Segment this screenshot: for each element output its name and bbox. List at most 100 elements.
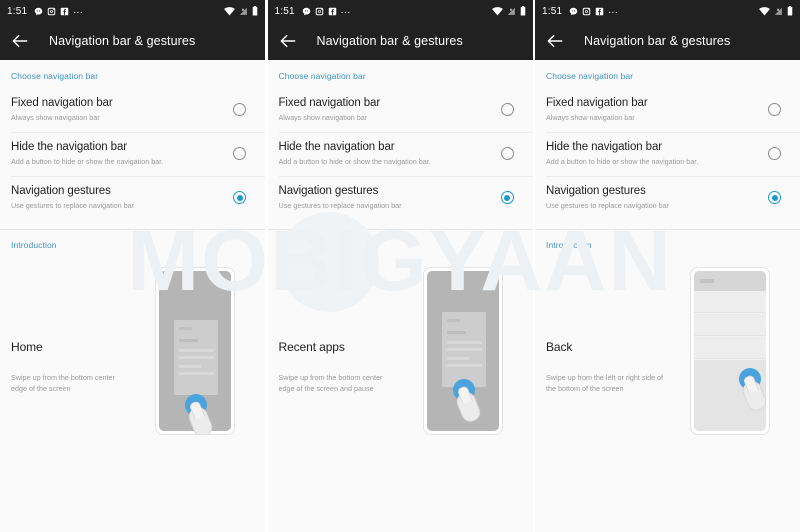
option-text: Fixed navigation bar Always show navigat… <box>11 96 233 123</box>
phone-frame <box>155 267 235 435</box>
option-subtitle: Use gestures to replace navigation bar <box>11 201 135 210</box>
option-text: Navigation gestures Use gestures to repl… <box>279 184 501 211</box>
content-line <box>179 327 192 330</box>
status-bar-time: 1:51 <box>7 5 28 17</box>
list-header <box>694 271 766 291</box>
introduction-title: Recent apps <box>278 340 345 354</box>
instagram-icon <box>583 7 591 15</box>
panel-home: 1:51 ... Navigation bar & gestures Choos… <box>0 0 265 532</box>
instagram-icon <box>48 7 56 15</box>
facebook-icon <box>328 7 337 15</box>
back-arrow-icon[interactable] <box>10 31 30 51</box>
content-line <box>446 319 460 322</box>
option-fixed-navigation-bar[interactable]: Fixed navigation bar Always show navigat… <box>0 88 265 132</box>
phone-content-card <box>441 312 486 387</box>
section-label-introduction: Introduction <box>278 240 325 250</box>
section-label-introduction: Introduction <box>11 240 57 250</box>
option-navigation-gestures[interactable]: Navigation gestures Use gestures to repl… <box>535 176 800 220</box>
option-fixed-navigation-bar[interactable]: Fixed navigation bar Always show navigat… <box>535 88 800 132</box>
status-bar: 1:51 ... <box>0 0 265 22</box>
status-bar-system-icons <box>224 6 258 16</box>
cellular-no-signal-icon <box>774 7 782 15</box>
radio-navigation-gestures[interactable] <box>233 191 246 204</box>
option-title: Fixed navigation bar <box>278 97 381 109</box>
wifi-icon <box>759 6 770 16</box>
option-title: Hide the navigation bar <box>546 141 662 153</box>
page-title: Navigation bar & gestures <box>584 34 731 48</box>
introduction-body: Recent apps Swipe up from the bottom cen… <box>268 250 533 480</box>
battery-icon <box>252 6 258 16</box>
content-line <box>446 331 466 334</box>
introduction-description: Swipe up from the bottom center edge of … <box>278 373 383 393</box>
radio-hide-the-navigation-bar[interactable] <box>500 147 514 160</box>
back-arrow-icon[interactable] <box>545 31 565 51</box>
status-bar: 1:51 ... <box>267 0 533 22</box>
introduction-copy: Recent apps Swipe up from the bottom cen… <box>279 250 414 480</box>
option-hide-the-navigation-bar[interactable]: Hide the navigation bar Add a button to … <box>0 132 265 176</box>
option-subtitle: Always show navigation bar <box>546 113 635 122</box>
content-line <box>446 348 482 351</box>
radio-hide-the-navigation-bar[interactable] <box>233 147 246 160</box>
option-text: Fixed navigation bar Always show navigat… <box>279 96 501 123</box>
option-title: Hide the navigation bar <box>11 141 127 153</box>
section-label-choose-navigation-bar: Choose navigation bar <box>11 71 99 81</box>
list-row <box>694 337 766 359</box>
option-navigation-gestures[interactable]: Navigation gestures Use gestures to repl… <box>0 176 265 220</box>
settings-content: Choose navigation bar Fixed navigation b… <box>0 60 265 532</box>
option-hide-the-navigation-bar[interactable]: Hide the navigation bar Add a button to … <box>268 132 533 176</box>
app-bar: Navigation bar & gestures <box>0 22 265 60</box>
screenshot-strip: MOBIGYAAN 1:51 ... Navigation bar & gest… <box>0 0 800 532</box>
app-bar: Navigation bar & gestures <box>267 22 533 60</box>
content-line <box>179 365 201 368</box>
option-subtitle: Always show navigation bar <box>278 113 368 122</box>
option-subtitle: Use gestures to replace navigation bar <box>278 201 402 210</box>
content-line <box>446 341 482 344</box>
radio-navigation-gestures[interactable] <box>768 191 781 204</box>
list-row <box>694 291 766 313</box>
introduction-copy: Back Swipe up from the left or right sid… <box>546 250 681 480</box>
radio-navigation-gestures[interactable] <box>500 191 514 204</box>
gesture-illustration-home <box>155 267 235 435</box>
content-line <box>179 349 214 352</box>
option-text: Hide the navigation bar Add a button to … <box>279 140 501 167</box>
status-bar-notification-icons: ... <box>569 6 618 16</box>
page-title: Navigation bar & gestures <box>49 34 196 48</box>
option-text: Hide the navigation bar Add a button to … <box>546 140 768 167</box>
wifi-icon <box>491 6 503 16</box>
content-line <box>179 372 214 375</box>
list-row <box>694 314 766 336</box>
option-subtitle: Use gestures to replace navigation bar <box>546 201 670 210</box>
back-arrow-icon[interactable] <box>278 31 298 51</box>
cellular-no-signal-icon <box>507 7 515 15</box>
wifi-icon <box>224 6 235 16</box>
gesture-illustration-recent-apps <box>422 267 503 435</box>
option-text: Navigation gestures Use gestures to repl… <box>11 184 233 211</box>
radio-fixed-navigation-bar[interactable] <box>233 103 246 116</box>
option-title: Navigation gestures <box>278 185 379 197</box>
option-subtitle: Add a button to hide or show the navigat… <box>11 157 164 166</box>
panel-recent-apps: 1:51 ... Navigation bar & gestures Choos… <box>267 0 533 532</box>
section-label-introduction: Introduction <box>546 240 592 250</box>
option-fixed-navigation-bar[interactable]: Fixed navigation bar Always show navigat… <box>268 88 533 132</box>
radio-hide-the-navigation-bar[interactable] <box>768 147 781 160</box>
facebook-icon <box>61 7 69 15</box>
option-subtitle: Add a button to hide or show the navigat… <box>546 157 699 166</box>
introduction-section: Introduction Recent apps Swipe up from t… <box>268 230 533 532</box>
section-label-choose-navigation-bar: Choose navigation bar <box>278 71 366 81</box>
battery-icon <box>520 6 525 16</box>
settings-content: Choose navigation bar Fixed navigation b… <box>267 60 533 532</box>
battery-icon <box>787 6 793 16</box>
status-bar: 1:51 ... <box>535 0 800 22</box>
option-navigation-gestures[interactable]: Navigation gestures Use gestures to repl… <box>268 176 533 220</box>
gesture-illustration-back <box>690 267 770 435</box>
option-hide-the-navigation-bar[interactable]: Hide the navigation bar Add a button to … <box>535 132 800 176</box>
status-bar-overflow-dots: ... <box>340 5 351 16</box>
option-title: Navigation gestures <box>11 185 111 197</box>
option-text: Hide the navigation bar Add a button to … <box>11 140 233 167</box>
content-line <box>446 364 482 367</box>
introduction-description: Swipe up from the bottom center edge of … <box>11 373 115 393</box>
radio-fixed-navigation-bar[interactable] <box>500 103 514 116</box>
chat-icon <box>302 7 311 15</box>
radio-fixed-navigation-bar[interactable] <box>768 103 781 116</box>
content-line <box>179 339 198 342</box>
